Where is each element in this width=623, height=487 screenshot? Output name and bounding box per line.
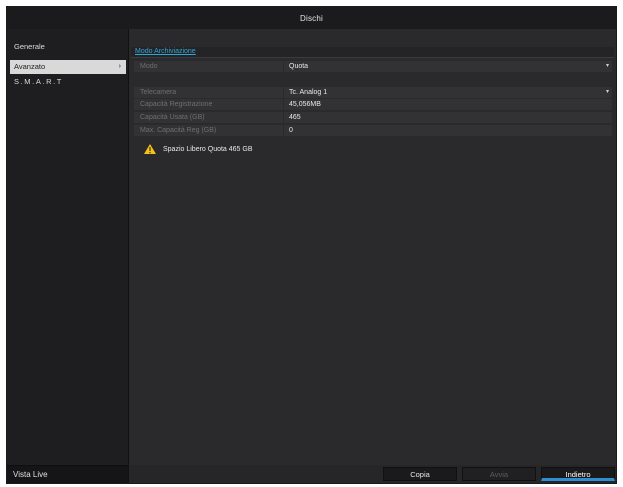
mode-row: Modo Quota ▾ xyxy=(134,61,612,73)
max-capacity-row: Max. Capacità Reg (GB) 0 xyxy=(134,125,612,137)
tab-storage-mode[interactable]: Modo Archiviazione xyxy=(135,47,196,57)
sidebar-item-smart[interactable]: S.M.A.R.T xyxy=(10,75,126,89)
used-capacity-label: Capacità Usata (GB) xyxy=(140,114,205,121)
dropdown-arrow-icon[interactable]: ▾ xyxy=(606,87,609,98)
record-capacity-value: 45,056MB xyxy=(283,99,608,110)
sidebar-item-label: Generale xyxy=(14,42,45,51)
mode-label: Modo xyxy=(140,63,158,70)
used-capacity-row: Capacità Usata (GB) 465 xyxy=(134,112,612,124)
main-panel: Modo Archiviazione Modo Quota ▾ Telecame… xyxy=(129,29,616,483)
warning-icon xyxy=(144,144,156,154)
mode-select[interactable]: Quota xyxy=(283,61,608,72)
camera-label: Telecamera xyxy=(140,89,177,96)
disk-settings-window: Dischi Generale Avanzato › S.M.A.R.T Vis… xyxy=(6,6,617,484)
record-capacity-label: Capacità Registrazione xyxy=(140,101,213,108)
quota-warning: Spazio Libero Quota 465 GB xyxy=(144,143,253,155)
sidebar: Generale Avanzato › S.M.A.R.T Vista Live xyxy=(7,29,129,483)
sidebar-item-label: Avanzato xyxy=(14,62,46,71)
used-capacity-value: 465 xyxy=(283,112,608,123)
warning-text: Spazio Libero Quota 465 GB xyxy=(163,145,253,153)
window-titlebar: Dischi xyxy=(7,7,616,29)
max-capacity-input[interactable]: 0 xyxy=(283,125,608,136)
dropdown-arrow-icon[interactable]: ▾ xyxy=(606,61,609,72)
chevron-right-icon: › xyxy=(118,63,121,70)
back-button[interactable]: Indietro xyxy=(541,467,615,481)
window-title: Dischi xyxy=(300,13,323,23)
sidebar-item-generale[interactable]: Generale xyxy=(10,40,126,54)
tab-bar: Modo Archiviazione xyxy=(131,47,614,58)
live-view-button[interactable]: Vista Live xyxy=(7,465,128,483)
apply-button[interactable]: Avvia xyxy=(462,467,536,481)
record-capacity-row: Capacità Registrazione 45,056MB xyxy=(134,99,612,111)
max-capacity-label: Max. Capacità Reg (GB) xyxy=(140,127,217,134)
copy-button[interactable]: Copia xyxy=(383,467,457,481)
live-view-label: Vista Live xyxy=(13,470,48,479)
button-bar: Copia Avvia Indietro xyxy=(129,465,616,483)
camera-select[interactable]: Tc. Analog 1 xyxy=(283,87,608,98)
sidebar-item-avanzato[interactable]: Avanzato › xyxy=(10,60,126,74)
sidebar-item-label: S.M.A.R.T xyxy=(14,77,63,86)
camera-row: Telecamera Tc. Analog 1 ▾ xyxy=(134,87,612,99)
